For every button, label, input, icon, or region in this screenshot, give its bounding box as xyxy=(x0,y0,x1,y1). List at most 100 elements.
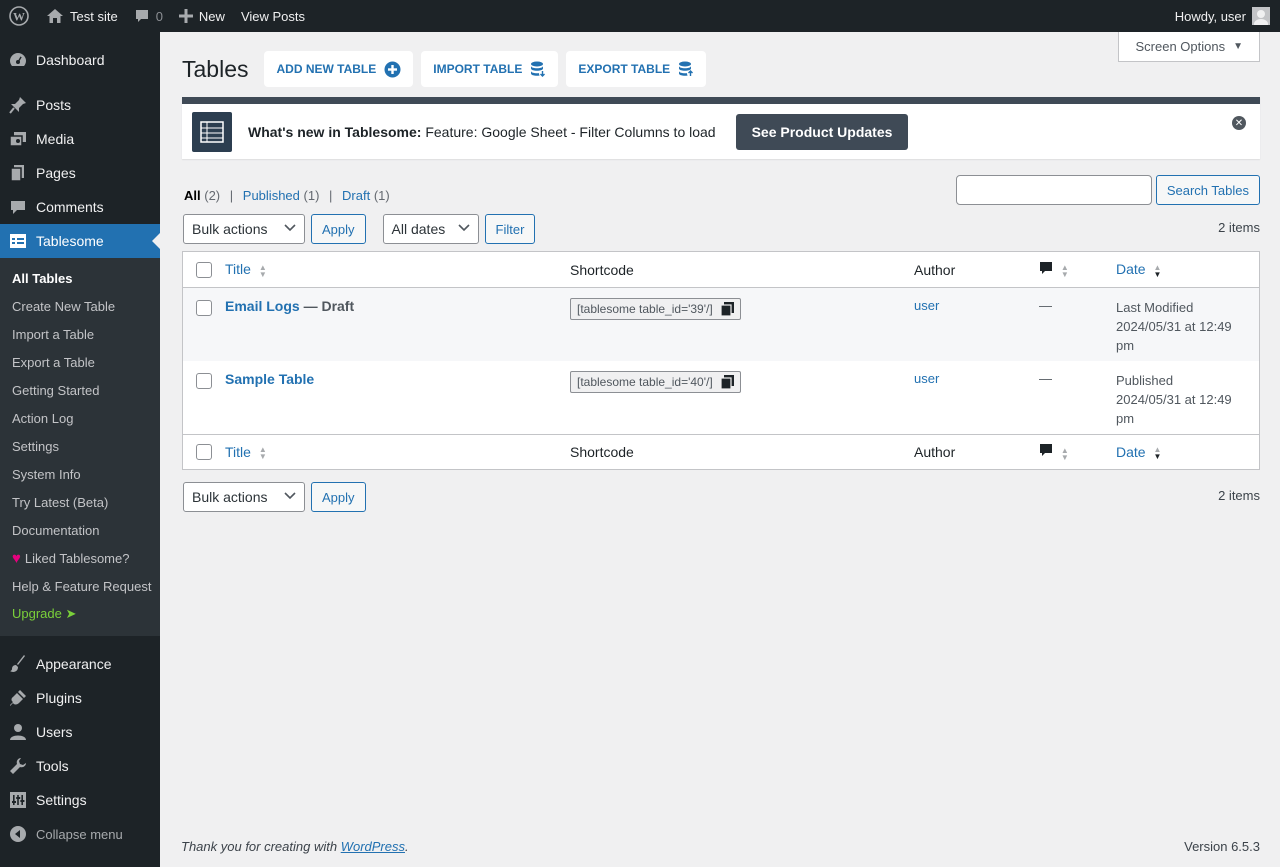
submenu-upgrade[interactable]: Upgrade ➤ xyxy=(0,600,160,628)
row-checkbox-cell xyxy=(183,288,223,361)
collapse-menu-button[interactable]: Collapse menu xyxy=(0,817,160,851)
comments-column-header[interactable]: ▲ ▼ xyxy=(1039,261,1116,279)
submenu-try-latest[interactable]: Try Latest (Beta) xyxy=(0,488,160,516)
menu-users[interactable]: Users xyxy=(0,715,160,749)
collapse-label: Collapse menu xyxy=(36,826,123,842)
new-content-link[interactable]: New xyxy=(171,0,233,32)
submenu-settings[interactable]: Settings xyxy=(0,432,160,460)
export-table-button[interactable]: EXPORT TABLE xyxy=(566,51,707,87)
menu-plugins[interactable]: Plugins xyxy=(0,681,160,715)
sort-icon: ▲ ▼ xyxy=(258,445,267,462)
view-posts-link[interactable]: View Posts xyxy=(233,0,313,32)
date-sort-link[interactable]: Date xyxy=(1116,444,1146,460)
author-link[interactable]: user xyxy=(914,298,939,313)
view-posts-label: View Posts xyxy=(240,8,306,24)
shortcode-box[interactable]: [tablesome table_id='39'/] xyxy=(570,298,741,320)
database-export-icon xyxy=(678,61,695,78)
menu-pages[interactable]: Pages xyxy=(0,156,160,190)
submenu-label: Action Log xyxy=(12,410,74,426)
search-tables-button[interactable]: Search Tables xyxy=(1155,175,1260,205)
notice-text: Feature: Google Sheet - Filter Columns t… xyxy=(425,123,716,140)
menu-dashboard[interactable]: Dashboard xyxy=(0,43,160,77)
date-column-header[interactable]: Date ▲ ▼ xyxy=(1116,261,1259,278)
submenu-label: Help & Feature Request xyxy=(12,578,152,594)
date-status: Last Modified xyxy=(1116,300,1194,315)
row-checkbox[interactable] xyxy=(196,300,212,316)
screen-options-button[interactable]: Screen Options ▼ xyxy=(1118,32,1260,62)
filter-button[interactable]: Filter xyxy=(484,214,536,244)
view-published-count: (1) xyxy=(303,188,320,203)
pages-icon xyxy=(8,163,28,183)
svg-text:W: W xyxy=(13,10,25,24)
view-draft-link[interactable]: Draft xyxy=(342,188,370,203)
shortcode-cell: [tablesome table_id='39'/] xyxy=(570,288,914,361)
row-title-link[interactable]: Sample Table xyxy=(225,371,314,387)
caret-down-icon: ▼ xyxy=(1233,41,1243,52)
submenu-liked-tablesome[interactable]: ♥ Liked Tablesome? xyxy=(0,544,160,572)
comments-link[interactable]: 0 xyxy=(126,0,171,32)
submenu-import-table[interactable]: Import a Table xyxy=(0,320,160,348)
title-sort-link[interactable]: Title xyxy=(225,261,251,277)
dismiss-notice-icon[interactable]: ✕ xyxy=(1232,116,1246,130)
submenu-system-info[interactable]: System Info xyxy=(0,460,160,488)
search-input[interactable] xyxy=(955,175,1152,205)
submenu-export-table[interactable]: Export a Table xyxy=(0,348,160,376)
view-all-link[interactable]: All xyxy=(184,188,201,203)
date-column-footer[interactable]: Date ▲ ▼ xyxy=(1116,444,1259,461)
title-sort-link[interactable]: Title xyxy=(225,444,251,460)
comment-icon xyxy=(1039,443,1053,460)
view-published-link[interactable]: Published xyxy=(243,188,300,203)
submenu-all-tables[interactable]: All Tables xyxy=(0,264,160,292)
page-title: Tables xyxy=(182,55,249,82)
menu-tablesome[interactable]: Tablesome xyxy=(0,224,160,258)
menu-settings[interactable]: Settings xyxy=(0,783,160,817)
menu-label: Posts xyxy=(36,97,72,113)
submenu-label: Try Latest (Beta) xyxy=(12,494,109,510)
date-filter-select[interactable]: All dates xyxy=(382,214,479,244)
select-all-checkbox[interactable] xyxy=(196,444,212,460)
date-filter-value: All dates xyxy=(391,221,446,237)
select-all-checkbox[interactable] xyxy=(196,261,212,278)
footer-thanks: Thank you for creating with WordPress. xyxy=(181,839,409,854)
comments-cell: — xyxy=(1039,371,1052,386)
bulk-actions-value: Bulk actions xyxy=(192,221,268,237)
menu-appearance[interactable]: Appearance xyxy=(0,647,160,681)
row-checkbox[interactable] xyxy=(196,373,212,389)
add-new-table-button[interactable]: ADD NEW TABLE xyxy=(264,51,414,87)
title-column-header[interactable]: Title ▲ ▼ xyxy=(223,261,570,278)
copy-icon[interactable] xyxy=(720,375,734,389)
title-column-footer[interactable]: Title ▲ ▼ xyxy=(223,444,570,462)
submenu-help-feature-request[interactable]: Help & Feature Request xyxy=(0,572,160,600)
my-account-menu[interactable]: Howdy, user xyxy=(1175,7,1280,25)
menu-label: Plugins xyxy=(36,690,82,706)
date-time: pm xyxy=(1116,411,1135,426)
submenu-action-log[interactable]: Action Log xyxy=(0,404,160,432)
menu-posts[interactable]: Posts xyxy=(0,88,160,122)
site-name-link[interactable]: Test site xyxy=(38,0,126,32)
bulk-actions-select[interactable]: Bulk actions xyxy=(183,482,305,512)
apply-button[interactable]: Apply xyxy=(311,214,366,244)
chevron-down-icon xyxy=(457,223,470,235)
comments-column-footer[interactable]: ▲ ▼ xyxy=(1039,443,1116,462)
author-link[interactable]: user xyxy=(914,371,939,386)
wordpress-link[interactable]: WordPress xyxy=(341,839,405,854)
import-label: IMPORT TABLE xyxy=(433,62,523,76)
bulk-actions-select[interactable]: Bulk actions xyxy=(183,214,305,244)
see-product-updates-button[interactable]: See Product Updates xyxy=(735,113,909,150)
wordpress-logo-icon[interactable]: W xyxy=(0,0,38,32)
apply-button[interactable]: Apply xyxy=(311,482,366,512)
tablenav-top: Bulk actions Apply All dates Filter xyxy=(183,214,536,244)
copy-icon[interactable] xyxy=(720,302,734,316)
row-title-link[interactable]: Email Logs xyxy=(225,298,300,314)
menu-tools[interactable]: Tools xyxy=(0,749,160,783)
menu-comments[interactable]: Comments xyxy=(0,190,160,224)
shortcode-box[interactable]: [tablesome table_id='40'/] xyxy=(570,371,741,393)
submenu-create-new-table[interactable]: Create New Table xyxy=(0,292,160,320)
sort-icon: ▲ ▼ xyxy=(1060,445,1069,462)
menu-media[interactable]: Media xyxy=(0,122,160,156)
date-sort-link[interactable]: Date xyxy=(1116,261,1146,277)
plus-circle-icon xyxy=(384,61,401,78)
submenu-documentation[interactable]: Documentation xyxy=(0,516,160,544)
import-table-button[interactable]: IMPORT TABLE xyxy=(421,51,559,87)
submenu-getting-started[interactable]: Getting Started xyxy=(0,376,160,404)
